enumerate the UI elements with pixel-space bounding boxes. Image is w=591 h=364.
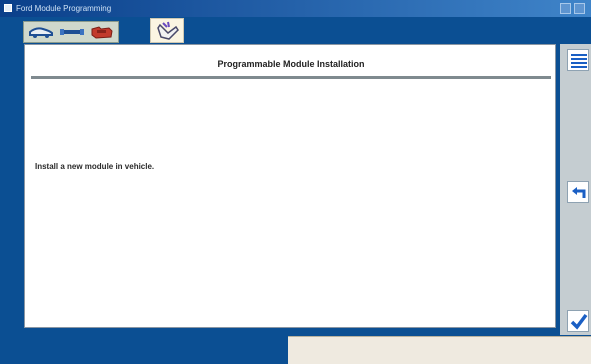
vehicle-icon[interactable] — [26, 23, 56, 41]
header-divider — [31, 76, 551, 79]
instruction-text: Install a new module in vehicle. — [35, 162, 155, 171]
main-content-panel: Programmable Module Installation Install… — [24, 44, 556, 328]
page-title: Programmable Module Installation — [217, 59, 365, 69]
app-icon — [4, 4, 12, 12]
hand-pointer-icon[interactable] — [150, 18, 184, 43]
tool-group — [23, 21, 119, 43]
toolbar — [0, 17, 591, 44]
cable-icon[interactable] — [57, 23, 87, 41]
status-bar-left — [0, 336, 288, 364]
engine-icon[interactable] — [87, 23, 117, 41]
checkmark-icon — [570, 313, 588, 330]
minimize-button[interactable] — [560, 3, 571, 14]
confirm-button[interactable] — [567, 310, 589, 332]
back-button[interactable] — [567, 181, 589, 203]
title-bar: Ford Module Programming — [0, 0, 591, 17]
list-button[interactable] — [567, 49, 589, 71]
close-button[interactable] — [574, 3, 585, 14]
list-icon — [571, 54, 587, 68]
status-bar-right — [288, 336, 591, 364]
back-arrow-icon — [572, 187, 586, 198]
window-title: Ford Module Programming — [16, 4, 112, 13]
side-panel — [560, 44, 591, 335]
